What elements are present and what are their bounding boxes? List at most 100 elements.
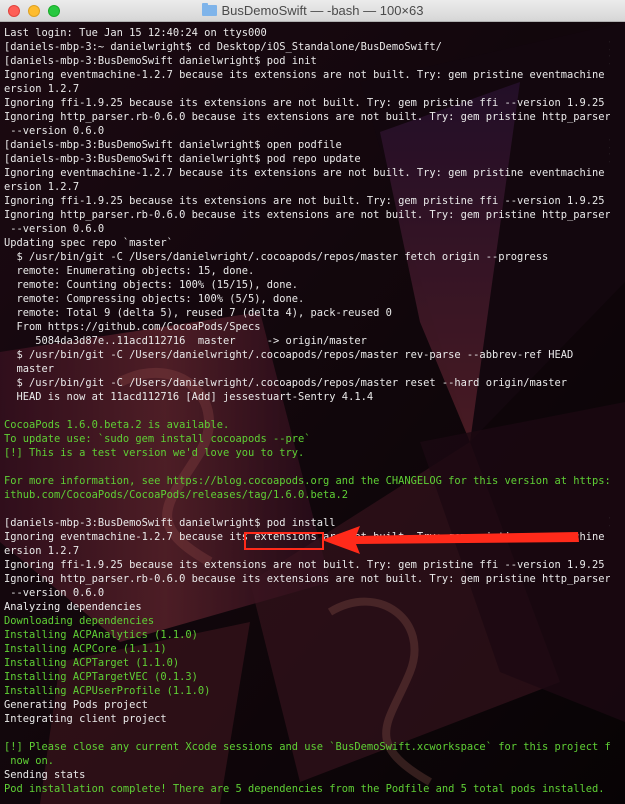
terminal-line-text: Updating spec repo `master` bbox=[4, 237, 173, 249]
terminal-line: Ignoring ffi-1.9.25 because its extensio… bbox=[4, 558, 610, 572]
terminal-line: --version 0.6.0 bbox=[4, 586, 610, 600]
terminal-line: HEAD is now at 11acd112716 [Add] jessest… bbox=[4, 390, 610, 404]
terminal-line-text: remote: Enumerating objects: 15, done. bbox=[4, 265, 255, 277]
terminal-line: $ /usr/bin/git -C /Users/danielwright/.c… bbox=[4, 376, 610, 390]
title-bar[interactable]: BusDemoSwift — -bash — 100×63 bbox=[0, 0, 625, 22]
terminal-line: CocoaPods 1.6.0.beta.2 is available. bbox=[4, 418, 610, 432]
folder-icon bbox=[201, 3, 217, 16]
pod-install-highlight-box bbox=[244, 532, 324, 550]
terminal-line: Ignoring ffi-1.9.25 because its extensio… bbox=[4, 96, 610, 110]
terminal-line: remote: Compressing objects: 100% (5/5),… bbox=[4, 292, 610, 306]
terminal-line: Pod installation complete! There are 5 d… bbox=[4, 782, 610, 796]
terminal-line-text: 5084da3d87e..11acd112716 master -> origi… bbox=[4, 335, 367, 347]
terminal-prompt-line: [daniels-mbp-3:BusDemoSwift danielwright… bbox=[4, 54, 610, 68]
terminal-line-text: Ignoring http_parser.rb-0.6.0 because it… bbox=[4, 111, 610, 123]
terminal-line-text: Downloading dependencies bbox=[4, 615, 155, 627]
terminal-line: Sending stats bbox=[4, 768, 610, 782]
terminal-line-text: [!] This is a test version we'd love you… bbox=[4, 447, 305, 459]
terminal-line-text: [!] Please close any current Xcode sessi… bbox=[4, 741, 610, 753]
red-arrow-icon bbox=[322, 526, 579, 554]
terminal-line-text: Installing ACPTarget (1.1.0) bbox=[4, 657, 180, 669]
terminal-line: --version 0.6.0 bbox=[4, 222, 610, 236]
terminal-line-text: remote: Counting objects: 100% (15/15), … bbox=[4, 279, 299, 291]
terminal-prompt-line: [daniels-mbp-3:BusDemoSwift danielwright… bbox=[4, 152, 610, 166]
terminal-line: --version 0.6.0 bbox=[4, 124, 610, 138]
window-title-container: BusDemoSwift — -bash — 100×63 bbox=[0, 3, 625, 18]
terminal-line-text: [daniels-mbp-3:BusDemoSwift danielwright… bbox=[4, 139, 342, 151]
terminal-line-text: $ /usr/bin/git -C /Users/danielwright/.c… bbox=[4, 377, 568, 389]
terminal-line-text: Analyzing dependencies bbox=[4, 601, 142, 613]
terminal-line: Ignoring eventmachine-1.2.7 because its … bbox=[4, 166, 610, 180]
terminal-line-text: [daniels-mbp-3:BusDemoSwift danielwright… bbox=[4, 55, 317, 67]
terminal-line-text: Ignoring ffi-1.9.25 because its extensio… bbox=[4, 559, 605, 571]
terminal-line-text: Sending stats bbox=[4, 769, 86, 781]
terminal-line-text: Ignoring ffi-1.9.25 because its extensio… bbox=[4, 97, 605, 109]
terminal-line-text: To update use: `sudo gem install cocoapo… bbox=[4, 433, 311, 445]
terminal-line: ersion 1.2.7 bbox=[4, 82, 610, 96]
terminal-line-text: ersion 1.2.7 bbox=[4, 545, 80, 557]
terminal-line-text: ersion 1.2.7 bbox=[4, 83, 80, 95]
terminal-line: Last login: Tue Jan 15 12:40:24 on ttys0… bbox=[4, 26, 610, 40]
terminal-line-text: Integrating client project bbox=[4, 713, 167, 725]
terminal-line: Ignoring http_parser.rb-0.6.0 because it… bbox=[4, 110, 610, 124]
terminal-line: ithub.com/CocoaPods/CocoaPods/releases/t… bbox=[4, 488, 610, 502]
terminal-line-text: Pod installation complete! There are 5 d… bbox=[4, 783, 605, 795]
mark-indicator-icon: ] bbox=[608, 152, 610, 166]
terminal-line: now on. bbox=[4, 754, 610, 768]
terminal-line-text: Ignoring eventmachine-1.2.7 because its … bbox=[4, 69, 610, 81]
terminal-line-text: Last login: Tue Jan 15 12:40:24 on ttys0… bbox=[4, 27, 267, 39]
terminal-line-text: Generating Pods project bbox=[4, 699, 148, 711]
terminal-line: Ignoring eventmachine-1.2.7 because its … bbox=[4, 68, 610, 82]
terminal-window: BusDemoSwift — -bash — 100×63 Last login… bbox=[0, 0, 625, 804]
terminal-line-text: Installing ACPUserProfile (1.1.0) bbox=[4, 685, 211, 697]
terminal-prompt-line: [daniels-mbp-3:BusDemoSwift danielwright… bbox=[4, 138, 610, 152]
terminal-line: $ /usr/bin/git -C /Users/danielwright/.c… bbox=[4, 250, 610, 264]
terminal-line-text: [daniels-mbp-3:BusDemoSwift danielwright… bbox=[4, 517, 336, 529]
terminal-line-text: ithub.com/CocoaPods/CocoaPods/releases/t… bbox=[4, 489, 349, 501]
mark-indicator-icon: ] bbox=[608, 516, 610, 530]
terminal-line: Ignoring http_parser.rb-0.6.0 because it… bbox=[4, 208, 610, 222]
terminal-line: [!] Please close any current Xcode sessi… bbox=[4, 740, 610, 754]
terminal-line: $ /usr/bin/git -C /Users/danielwright/.c… bbox=[4, 348, 610, 362]
terminal-content[interactable]: Last login: Tue Jan 15 12:40:24 on ttys0… bbox=[0, 22, 625, 804]
terminal-line: 5084da3d87e..11acd112716 master -> origi… bbox=[4, 334, 610, 348]
terminal-output: Last login: Tue Jan 15 12:40:24 on ttys0… bbox=[4, 26, 610, 796]
mark-indicator-icon: ] bbox=[608, 138, 610, 152]
terminal-line-text: $ /usr/bin/git -C /Users/danielwright/.c… bbox=[4, 251, 549, 263]
terminal-line: Generating Pods project bbox=[4, 698, 610, 712]
window-title: BusDemoSwift — -bash — 100×63 bbox=[221, 3, 424, 18]
terminal-line: Integrating client project bbox=[4, 712, 610, 726]
terminal-line-text: now on. bbox=[4, 755, 55, 767]
terminal-line-text: Ignoring ffi-1.9.25 because its extensio… bbox=[4, 195, 605, 207]
terminal-line: master bbox=[4, 362, 610, 376]
terminal-line-text: Installing ACPCore (1.1.1) bbox=[4, 643, 167, 655]
terminal-line-text: [daniels-mbp-3:BusDemoSwift danielwright… bbox=[4, 153, 361, 165]
terminal-line-text: Ignoring http_parser.rb-0.6.0 because it… bbox=[4, 209, 610, 221]
terminal-line: For more information, see https://blog.c… bbox=[4, 474, 610, 488]
terminal-line: To update use: `sudo gem install cocoapo… bbox=[4, 432, 610, 446]
terminal-line: remote: Total 9 (delta 5), reused 7 (del… bbox=[4, 306, 610, 320]
mark-indicator-icon: ] bbox=[608, 40, 610, 54]
terminal-line-text: remote: Compressing objects: 100% (5/5),… bbox=[4, 293, 305, 305]
terminal-line-text: Ignoring eventmachine-1.2.7 because its … bbox=[4, 167, 610, 179]
terminal-line: Updating spec repo `master` bbox=[4, 236, 610, 250]
terminal-line: Installing ACPUserProfile (1.1.0) bbox=[4, 684, 610, 698]
terminal-line-text: --version 0.6.0 bbox=[4, 223, 105, 235]
terminal-line: ersion 1.2.7 bbox=[4, 180, 610, 194]
terminal-line-text: CocoaPods 1.6.0.beta.2 is available. bbox=[4, 419, 230, 431]
terminal-line-text: ersion 1.2.7 bbox=[4, 181, 80, 193]
terminal-line: remote: Counting objects: 100% (15/15), … bbox=[4, 278, 610, 292]
terminal-line: Installing ACPTarget (1.1.0) bbox=[4, 656, 610, 670]
terminal-line: Installing ACPTargetVEC (0.1.3) bbox=[4, 670, 610, 684]
terminal-line: remote: Enumerating objects: 15, done. bbox=[4, 264, 610, 278]
terminal-line: Ignoring ffi-1.9.25 because its extensio… bbox=[4, 194, 610, 208]
terminal-line-text: remote: Total 9 (delta 5), reused 7 (del… bbox=[4, 307, 392, 319]
terminal-line-text: [daniels-mbp-3:~ danielwright$ cd Deskto… bbox=[4, 41, 442, 53]
terminal-line: Installing ACPCore (1.1.1) bbox=[4, 642, 610, 656]
terminal-line: Analyzing dependencies bbox=[4, 600, 610, 614]
terminal-prompt-line: [daniels-mbp-3:~ danielwright$ cd Deskto… bbox=[4, 40, 610, 54]
terminal-line-text: --version 0.6.0 bbox=[4, 125, 105, 137]
